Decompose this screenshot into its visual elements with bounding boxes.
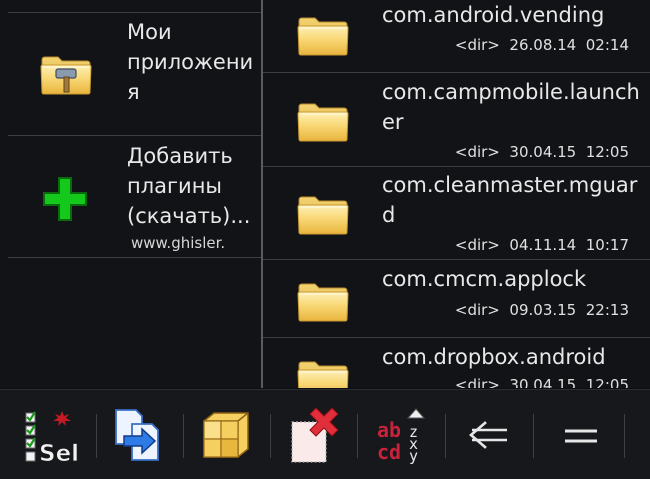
file-name: com.dropbox.android [382,345,606,369]
pack-icon [203,411,249,458]
back-arrow-icon [469,420,507,449]
file-row[interactable]: com.cleanmaster.mguard <dir> 04.11.14 10… [263,167,650,260]
add-plugins-label: Добавить плагины (скачать)... [127,144,251,228]
folder-icon [297,280,349,322]
copy-button[interactable] [98,390,180,479]
my-apps-label: Мои приложени я [127,20,254,104]
file-row[interactable]: com.campmobile.launcher <dir> 30.04.15 1… [263,73,650,167]
copy-move-icon [115,408,159,461]
add-plugins-item[interactable]: Добавить плагины (скачать)... www.ghisle… [0,136,261,258]
plugins-site-label: www.ghisler. [131,234,226,252]
file-name: com.cleanmaster.mguard [382,173,638,227]
menu-icon [564,429,597,442]
sort-label-top: ab [377,418,401,442]
file-time: 12:05 [585,143,629,161]
file-name: com.campmobile.launcher [382,80,640,134]
delete-button[interactable] [272,390,354,479]
sort-button[interactable]: ab cd z x y [359,390,441,479]
file-time: 22:13 [585,301,629,319]
file-type: <dir> [454,236,500,254]
file-type: <dir> [454,143,500,161]
file-time: 12:05 [585,376,629,388]
toolbar-separator [357,414,358,458]
back-button[interactable] [447,390,529,479]
file-row[interactable]: com.android.vending <dir> 26.08.14 02:14 [263,0,650,73]
toolbar-separator [445,414,446,458]
hammer-folder-icon [40,53,92,95]
item-divider [8,257,261,258]
green-plus-icon [43,177,87,221]
toolbar-separator [183,414,184,458]
toolbar-separator [624,414,625,458]
toolbar-separator [533,414,534,458]
file-date: 04.11.14 [509,236,577,254]
file-row[interactable]: com.cmcm.applock <dir> 09.03.15 22:13 [263,260,650,338]
file-meta: <dir> 04.11.14 10:17 [443,236,629,254]
svg-text:y: y [409,447,418,465]
plugins-panel: Мои приложени я Добавить плагины (скачат… [0,0,261,388]
bottom-toolbar: Sel ab cd z x y [0,389,650,479]
my-apps-item[interactable]: Мои приложени я [0,13,261,136]
file-meta: <dir> 09.03.15 22:13 [443,301,629,319]
folder-icon [297,358,349,388]
file-name: com.android.vending [382,3,605,27]
file-meta: <dir> 30.04.15 12:05 [443,376,629,388]
file-type: <dir> [454,36,500,54]
select-icon: Sel [25,410,79,463]
file-time: 02:14 [585,36,629,54]
delete-icon [291,406,339,463]
menu-button[interactable] [538,390,623,479]
select-button[interactable]: Sel [12,390,94,479]
folder-icon [297,193,349,235]
sort-icon: ab cd z x y [377,407,426,465]
file-date: 30.04.15 [509,376,577,388]
file-date: 09.03.15 [509,301,577,319]
sort-label-bottom: cd [377,440,401,464]
file-meta: <dir> 26.08.14 02:14 [443,36,629,54]
folder-icon [297,100,349,142]
file-type: <dir> [454,376,500,388]
file-list: com.android.vending <dir> 26.08.14 02:14… [263,0,650,388]
file-row[interactable]: com.dropbox.android <dir> 30.04.15 12:05 [263,338,650,388]
folder-icon [297,14,349,56]
file-date: 30.04.15 [509,143,577,161]
file-type: <dir> [454,301,500,319]
toolbar-separator [96,414,97,458]
file-meta: <dir> 30.04.15 12:05 [443,143,629,161]
file-name: com.cmcm.applock [382,267,587,291]
toolbar-separator [270,414,271,458]
select-label: Sel [39,441,79,463]
pack-button[interactable] [185,390,267,479]
file-time: 10:17 [585,236,629,254]
file-date: 26.08.14 [509,36,577,54]
